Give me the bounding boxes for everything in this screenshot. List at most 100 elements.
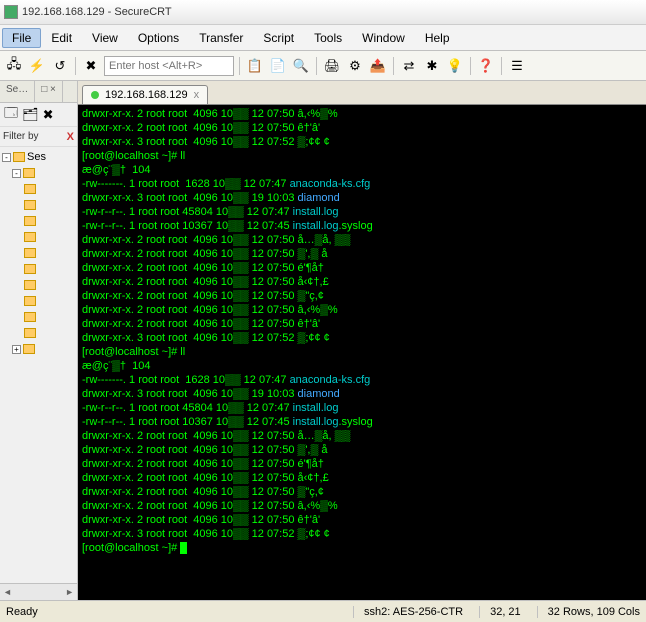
terminal-line: drwxr-xr-x. 2 root root 4096 10▒▒ 12 07:… [82, 317, 642, 331]
separator [316, 57, 317, 75]
tree-collapse-icon[interactable]: - [2, 153, 11, 162]
menu-transfer[interactable]: Transfer [189, 28, 253, 48]
terminal-line: -rw-r--r--. 1 root root 10367 10▒▒ 12 07… [82, 415, 642, 429]
separator [393, 57, 394, 75]
toolbar: 🖧 ⚡ ↺ ✖ 📋 📄 🔍 🖨 ⚙ 📤 ⇄ ✱ 💡 ❓ ☰ [0, 51, 646, 81]
terminal-line: drwxr-xr-x. 3 root root 4096 10▒▒ 19 10:… [82, 387, 642, 401]
folder-icon [24, 184, 36, 194]
properties-icon[interactable]: ⚙ [345, 56, 365, 76]
folder-icon [24, 216, 36, 226]
separator [501, 57, 502, 75]
folder-icon [24, 280, 36, 290]
terminal-line: drwxr-xr-x. 2 root root 4096 10▒▒ 12 07:… [82, 303, 642, 317]
menu-help[interactable]: Help [415, 28, 460, 48]
separator [470, 57, 471, 75]
folder-icon [24, 200, 36, 210]
terminal-line: drwxr-xr-x. 2 root root 4096 10▒▒ 12 07:… [82, 485, 642, 499]
menu-options[interactable]: Options [128, 28, 189, 48]
terminal-line: drwxr-xr-x. 2 root root 4096 10▒▒ 12 07:… [82, 499, 642, 513]
terminal-line: drwxr-xr-x. 2 root root 4096 10▒▒ 12 07:… [82, 429, 642, 443]
app-icon [4, 5, 18, 19]
terminal-line: drwxr-xr-x. 3 root root 4096 10▒▒ 12 07:… [82, 527, 642, 541]
status-cursor: 32, 21 [479, 606, 521, 618]
filter-label: Filter by [3, 131, 39, 142]
terminal-line: drwxr-xr-x. 2 root root 4096 10▒▒ 12 07:… [82, 107, 642, 121]
folder-icon [23, 168, 35, 178]
menu-script[interactable]: Script [253, 28, 304, 48]
copy-icon[interactable]: 📋 [245, 56, 265, 76]
folder-icon [24, 264, 36, 274]
disconnect-icon[interactable]: ✖ [81, 56, 101, 76]
sidebar-tab-close[interactable]: □ × [35, 81, 63, 102]
reconnect-icon[interactable]: ↺ [50, 56, 70, 76]
tree-collapse-icon[interactable]: - [12, 169, 21, 178]
paste-icon[interactable]: 📄 [268, 56, 288, 76]
terminal-line: -rw-------. 1 root root 1628 10▒▒ 12 07:… [82, 177, 642, 191]
terminal-line: [root@localhost ~]# [82, 541, 642, 555]
tab-close-icon[interactable]: x [194, 89, 200, 101]
window-title: 192.168.168.129 - SecureCRT [22, 6, 172, 18]
clear-filter-icon[interactable]: X [67, 131, 74, 143]
tab-label: 192.168.168.129 [105, 89, 188, 101]
terminal-tabstrip: 192.168.168.129 x [78, 81, 646, 105]
sessions-icon[interactable]: ☰ [507, 56, 527, 76]
menu-window[interactable]: Window [352, 28, 415, 48]
delete-icon[interactable]: ✖ [43, 107, 54, 123]
tree-root-label[interactable]: Ses [27, 151, 46, 163]
terminal-line: drwxr-xr-x. 3 root root 4096 10▒▒ 12 07:… [82, 135, 642, 149]
new-folder-icon[interactable]: 🗂 [22, 107, 39, 123]
title-bar: 192.168.168.129 - SecureCRT [0, 0, 646, 25]
sidebar-scrollbar[interactable]: ◄► [0, 583, 77, 600]
terminal-line: drwxr-xr-x. 2 root root 4096 10▒▒ 12 07:… [82, 289, 642, 303]
transfer-icon[interactable]: ⇄ [399, 56, 419, 76]
terminal-line: drwxr-xr-x. 2 root root 4096 10▒▒ 12 07:… [82, 261, 642, 275]
send-icon[interactable]: 📤 [368, 56, 388, 76]
sidebar: Se… □ × 🗔 🗂 ✖ Filter by X -Ses - + [0, 81, 78, 600]
content-area: Se… □ × 🗔 🗂 ✖ Filter by X -Ses - + [0, 81, 646, 600]
quick-connect-icon[interactable]: ⚡ [27, 56, 47, 76]
menu-tools[interactable]: Tools [304, 28, 352, 48]
terminal-line: drwxr-xr-x. 2 root root 4096 10▒▒ 12 07:… [82, 247, 642, 261]
folder-icon [24, 248, 36, 258]
find-icon[interactable]: 🔍 [291, 56, 311, 76]
help-icon[interactable]: ❓ [476, 56, 496, 76]
host-input[interactable] [104, 56, 234, 76]
status-size: 32 Rows, 109 Cols [537, 606, 640, 618]
tree-expand-icon[interactable]: + [12, 345, 21, 354]
print-icon[interactable]: 🖨 [322, 56, 342, 76]
connect-icon[interactable]: 🖧 [4, 56, 24, 76]
session-tree[interactable]: -Ses - + [0, 147, 77, 583]
terminal-line: [root@localhost ~]# ll [82, 345, 642, 359]
folder-icon [24, 232, 36, 242]
terminal-line: drwxr-xr-x. 2 root root 4096 10▒▒ 12 07:… [82, 513, 642, 527]
terminal-line: æ@ç¨▒† 104 [82, 163, 642, 177]
terminal-line: drwxr-xr-x. 3 root root 4096 10▒▒ 12 07:… [82, 331, 642, 345]
main-panel: 192.168.168.129 x drwxr-xr-x. 2 root roo… [78, 81, 646, 600]
terminal-line: -rw-r--r--. 1 root root 45804 10▒▒ 12 07… [82, 205, 642, 219]
terminal-line: drwxr-xr-x. 2 root root 4096 10▒▒ 12 07:… [82, 443, 642, 457]
terminal-tab[interactable]: 192.168.168.129 x [82, 85, 208, 104]
terminal-line: -rw-------. 1 root root 1628 10▒▒ 12 07:… [82, 373, 642, 387]
menu-bar: File Edit View Options Transfer Script T… [0, 25, 646, 51]
terminal-line: drwxr-xr-x. 2 root root 4096 10▒▒ 12 07:… [82, 275, 642, 289]
folder-icon [23, 344, 35, 354]
terminal-line: [root@localhost ~]# ll [82, 149, 642, 163]
terminal-line: æ@ç¨▒† 104 [82, 359, 642, 373]
menu-edit[interactable]: Edit [41, 28, 82, 48]
menu-file[interactable]: File [2, 28, 41, 48]
sidebar-tab-sessions[interactable]: Se… [0, 81, 35, 102]
terminal[interactable]: drwxr-xr-x. 2 root root 4096 10▒▒ 12 07:… [78, 105, 646, 600]
new-session-icon[interactable]: 🗔 [4, 104, 18, 126]
menu-view[interactable]: View [82, 28, 128, 48]
status-ready: Ready [6, 606, 38, 618]
terminal-line: -rw-r--r--. 1 root root 10367 10▒▒ 12 07… [82, 219, 642, 233]
terminal-line: drwxr-xr-x. 2 root root 4096 10▒▒ 12 07:… [82, 233, 642, 247]
tips-icon[interactable]: 💡 [445, 56, 465, 76]
folder-icon [24, 328, 36, 338]
filter-row: Filter by X [0, 127, 77, 147]
tools-icon[interactable]: ✱ [422, 56, 442, 76]
folder-icon [24, 296, 36, 306]
separator [239, 57, 240, 75]
terminal-line: drwxr-xr-x. 2 root root 4096 10▒▒ 12 07:… [82, 457, 642, 471]
terminal-line: drwxr-xr-x. 2 root root 4096 10▒▒ 12 07:… [82, 121, 642, 135]
